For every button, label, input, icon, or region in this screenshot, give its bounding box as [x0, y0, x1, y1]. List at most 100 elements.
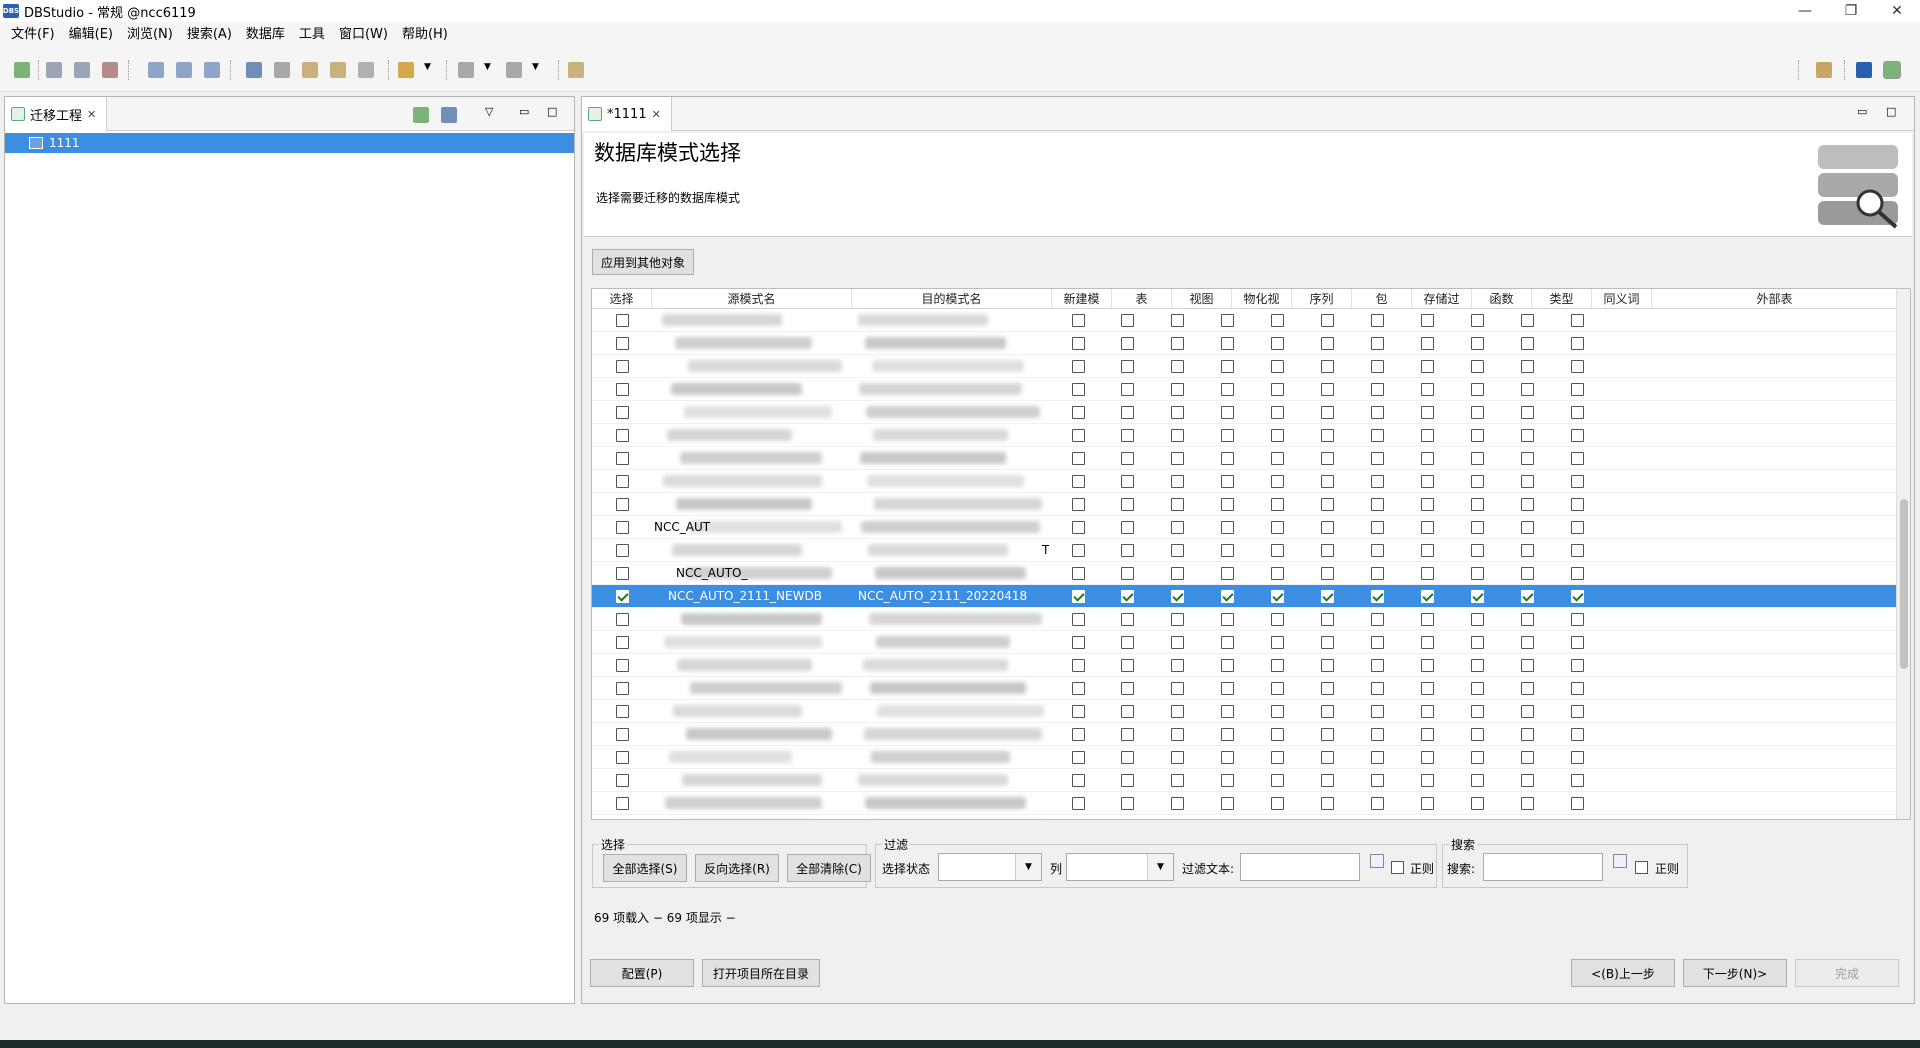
- object-type-checkbox[interactable]: [1521, 360, 1534, 373]
- maximize-view-icon[interactable]: □: [547, 105, 563, 121]
- object-type-checkbox[interactable]: [1271, 567, 1284, 580]
- column-header[interactable]: 序列: [1292, 289, 1352, 309]
- new-schema-checkbox[interactable]: [1072, 659, 1085, 672]
- new-schema-checkbox[interactable]: [1072, 360, 1085, 373]
- object-type-checkbox[interactable]: [1321, 360, 1334, 373]
- object-type-checkbox[interactable]: [1121, 613, 1134, 626]
- object-type-checkbox[interactable]: [1121, 751, 1134, 764]
- object-type-checkbox[interactable]: [1271, 636, 1284, 649]
- object-type-checkbox[interactable]: [1571, 659, 1584, 672]
- object-type-checkbox[interactable]: [1171, 406, 1184, 419]
- object-type-checkbox[interactable]: [1521, 797, 1534, 810]
- object-type-checkbox[interactable]: [1521, 659, 1534, 672]
- table-row[interactable]: [592, 424, 1910, 447]
- object-type-checkbox[interactable]: [1571, 383, 1584, 396]
- column-select[interactable]: ▼: [1066, 853, 1174, 881]
- add-project-icon[interactable]: [413, 107, 429, 123]
- save-all-icon[interactable]: [274, 62, 290, 78]
- table-row[interactable]: NCC_AUTO_: [592, 562, 1910, 585]
- scrollbar-thumb[interactable]: [1900, 499, 1908, 669]
- object-type-checkbox[interactable]: [1521, 590, 1534, 603]
- object-type-checkbox[interactable]: [1321, 705, 1334, 718]
- object-type-checkbox[interactable]: [1371, 705, 1384, 718]
- object-type-checkbox[interactable]: [1321, 337, 1334, 350]
- object-type-checkbox[interactable]: [1321, 567, 1334, 580]
- new-schema-checkbox[interactable]: [1072, 751, 1085, 764]
- import-icon[interactable]: [441, 107, 457, 123]
- table-row[interactable]: [592, 608, 1910, 631]
- maximize-view-icon[interactable]: □: [1886, 105, 1902, 121]
- object-type-checkbox[interactable]: [1421, 567, 1434, 580]
- object-type-checkbox[interactable]: [1421, 314, 1434, 327]
- object-type-checkbox[interactable]: [1221, 774, 1234, 787]
- new-connection-icon[interactable]: [14, 62, 30, 78]
- object-type-checkbox[interactable]: [1521, 429, 1534, 442]
- select-checkbox[interactable]: [616, 705, 629, 718]
- object-type-checkbox[interactable]: [1421, 498, 1434, 511]
- object-type-checkbox[interactable]: [1421, 590, 1434, 603]
- object-type-checkbox[interactable]: [1171, 360, 1184, 373]
- object-type-checkbox[interactable]: [1121, 452, 1134, 465]
- object-type-checkbox[interactable]: [1371, 360, 1384, 373]
- clear-search-icon[interactable]: [1613, 854, 1627, 868]
- object-type-checkbox[interactable]: [1571, 705, 1584, 718]
- table-row[interactable]: [592, 332, 1910, 355]
- object-type-checkbox[interactable]: [1571, 337, 1584, 350]
- object-type-checkbox[interactable]: [1321, 751, 1334, 764]
- table-scrollbar[interactable]: [1896, 289, 1910, 819]
- object-type-checkbox[interactable]: [1521, 567, 1534, 580]
- object-type-checkbox[interactable]: [1321, 429, 1334, 442]
- object-type-checkbox[interactable]: [1221, 360, 1234, 373]
- column-header[interactable]: 新建模: [1052, 289, 1112, 309]
- object-type-checkbox[interactable]: [1571, 452, 1584, 465]
- object-type-checkbox[interactable]: [1471, 774, 1484, 787]
- column-header[interactable]: 函数: [1472, 289, 1532, 309]
- new-schema-checkbox[interactable]: [1072, 728, 1085, 741]
- column-header[interactable]: 同义词: [1592, 289, 1652, 309]
- table-row[interactable]: [592, 378, 1910, 401]
- table-row[interactable]: [592, 654, 1910, 677]
- object-type-checkbox[interactable]: [1271, 705, 1284, 718]
- object-type-checkbox[interactable]: [1571, 751, 1584, 764]
- object-type-checkbox[interactable]: [1271, 452, 1284, 465]
- object-type-checkbox[interactable]: [1221, 751, 1234, 764]
- query-icon[interactable]: [204, 62, 220, 78]
- config-button[interactable]: 配置(P): [590, 959, 694, 987]
- object-type-checkbox[interactable]: [1421, 705, 1434, 718]
- new-schema-checkbox[interactable]: [1072, 452, 1085, 465]
- object-type-checkbox[interactable]: [1121, 337, 1134, 350]
- object-type-checkbox[interactable]: [1121, 774, 1134, 787]
- object-type-checkbox[interactable]: [1571, 314, 1584, 327]
- menu-database[interactable]: 数据库: [239, 22, 292, 48]
- new-schema-checkbox[interactable]: [1072, 682, 1085, 695]
- object-type-checkbox[interactable]: [1421, 521, 1434, 534]
- column-header[interactable]: 外部表: [1652, 289, 1898, 309]
- object-type-checkbox[interactable]: [1221, 383, 1234, 396]
- column-header[interactable]: 源模式名: [652, 289, 852, 309]
- new-schema-checkbox[interactable]: [1072, 567, 1085, 580]
- object-type-checkbox[interactable]: [1371, 429, 1384, 442]
- object-type-checkbox[interactable]: [1371, 728, 1384, 741]
- object-type-checkbox[interactable]: [1471, 567, 1484, 580]
- object-type-checkbox[interactable]: [1471, 521, 1484, 534]
- new-schema-checkbox[interactable]: [1072, 498, 1085, 511]
- object-type-checkbox[interactable]: [1521, 636, 1534, 649]
- object-type-checkbox[interactable]: [1171, 429, 1184, 442]
- object-type-checkbox[interactable]: [1321, 544, 1334, 557]
- object-type-checkbox[interactable]: [1521, 521, 1534, 534]
- object-type-checkbox[interactable]: [1371, 567, 1384, 580]
- object-type-checkbox[interactable]: [1471, 383, 1484, 396]
- minimize-view-icon[interactable]: ▭: [519, 105, 535, 121]
- object-type-checkbox[interactable]: [1521, 613, 1534, 626]
- dbs-perspective-icon[interactable]: [1856, 62, 1872, 78]
- table-row[interactable]: [592, 470, 1910, 493]
- object-type-checkbox[interactable]: [1321, 590, 1334, 603]
- object-type-checkbox[interactable]: [1271, 475, 1284, 488]
- object-type-checkbox[interactable]: [1271, 521, 1284, 534]
- table-row[interactable]: T: [592, 539, 1910, 562]
- object-type-checkbox[interactable]: [1471, 590, 1484, 603]
- script-icon[interactable]: [176, 62, 192, 78]
- column-header[interactable]: 表: [1112, 289, 1172, 309]
- table-row[interactable]: [592, 746, 1910, 769]
- select-checkbox[interactable]: [616, 590, 629, 603]
